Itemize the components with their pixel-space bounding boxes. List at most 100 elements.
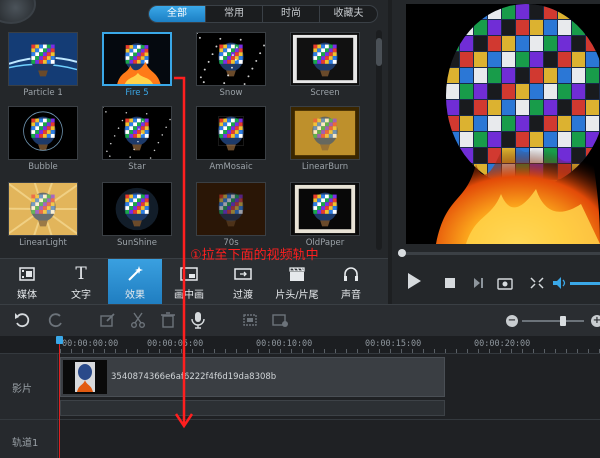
- next-frame-button[interactable]: [470, 272, 486, 294]
- fullscreen-button[interactable]: [528, 272, 546, 294]
- ruler-tick: [192, 349, 193, 353]
- redo-button[interactable]: [46, 311, 66, 331]
- ruler-tick: [577, 349, 578, 353]
- ruler-tick: [478, 349, 479, 353]
- ruler-tick: [533, 349, 534, 353]
- category-text-label: 文字: [71, 290, 91, 301]
- stop-button[interactable]: [442, 272, 458, 294]
- volume-slider[interactable]: [570, 282, 600, 285]
- play-button[interactable]: [404, 272, 424, 294]
- ruler-tick: [522, 349, 523, 353]
- annotation-text: ①拉至下面的视频轨中: [190, 248, 319, 263]
- effect-thumbnail[interactable]: [102, 32, 172, 86]
- category-intro-outro-button[interactable]: 片头/片尾: [270, 259, 324, 305]
- category-text-button[interactable]: T 文字: [54, 259, 108, 305]
- ruler-tick: [412, 349, 413, 353]
- effect-thumbnail[interactable]: [8, 106, 78, 160]
- effect-thumbnail[interactable]: [290, 106, 360, 160]
- category-audio-button[interactable]: 声音: [324, 259, 378, 305]
- tab-favorites[interactable]: 收藏夫: [320, 6, 377, 22]
- effect-item-oldpaper[interactable]: OldPaper: [290, 182, 362, 248]
- effect-item-screen[interactable]: Screen: [290, 32, 362, 98]
- category-audio-label: 声音: [341, 290, 361, 301]
- category-pip-label: 画中画: [174, 290, 204, 301]
- app-logo: [0, 0, 36, 24]
- category-media-button[interactable]: 媒体: [0, 259, 54, 305]
- effect-filter-tabs: 全部 常用 时尚 收藏夫: [148, 5, 378, 23]
- effects-scrollbar[interactable]: [376, 30, 382, 250]
- playhead-knob[interactable]: [56, 336, 63, 344]
- effect-item-ammosaic[interactable]: AmMosaic: [196, 106, 268, 172]
- ruler-time-label: 00:00:15:00: [365, 339, 422, 349]
- ruler-tick: [82, 349, 83, 353]
- ruler-tick: [357, 349, 358, 353]
- effect-thumbnail[interactable]: [196, 106, 266, 160]
- picture-in-picture-icon: [180, 265, 198, 283]
- clip-settings-button[interactable]: [270, 311, 290, 331]
- zoom-knob[interactable]: [560, 316, 566, 326]
- category-intro-outro-label: 片头/片尾: [275, 290, 319, 301]
- ruler-tick: [236, 349, 237, 353]
- time-ruler[interactable]: 00:00:00:00 00:00:05:00 00:00:10:00 00:00:1…: [0, 336, 600, 354]
- effect-item-linearburn[interactable]: LinearBurn: [290, 106, 362, 172]
- ruler-tick: [126, 349, 127, 353]
- effect-label: SunShine: [117, 238, 157, 248]
- effect-thumbnail[interactable]: [196, 182, 266, 236]
- crop-button[interactable]: [240, 311, 260, 331]
- category-effects-button[interactable]: 效果: [108, 259, 162, 305]
- camera-icon: [497, 278, 513, 290]
- effect-item-linearlight[interactable]: LinearLight: [8, 182, 80, 248]
- microphone-icon: [191, 312, 205, 329]
- ruler-tick: [467, 349, 468, 353]
- ruler-tick: [588, 349, 589, 353]
- effect-label: Bubble: [28, 162, 58, 172]
- effect-item-bubble[interactable]: Bubble: [8, 106, 80, 172]
- effect-item-particle-1[interactable]: Particle 1: [8, 32, 80, 98]
- timeline: − + 00:00:00:00 00:00:05:00 00:00:10:00 00:…: [0, 304, 600, 458]
- snapshot-button[interactable]: [496, 272, 514, 294]
- record-voice-button[interactable]: [188, 311, 208, 331]
- effect-item-70s[interactable]: 70s: [196, 182, 268, 248]
- category-pip-button[interactable]: 画中画: [162, 259, 216, 305]
- delete-button[interactable]: [158, 311, 178, 331]
- tab-all[interactable]: 全部: [149, 6, 206, 22]
- effect-thumbnail[interactable]: [8, 182, 78, 236]
- effect-thumbnail[interactable]: [290, 32, 360, 86]
- category-transition-button[interactable]: 过渡: [216, 259, 270, 305]
- effect-thumbnail[interactable]: [8, 32, 78, 86]
- tab-common[interactable]: 常用: [206, 6, 263, 22]
- effect-item-fire-5[interactable]: Fire 5: [102, 32, 174, 98]
- seek-knob[interactable]: [398, 249, 406, 257]
- zoom-in-button[interactable]: +: [591, 315, 600, 327]
- playhead[interactable]: [56, 336, 63, 458]
- effect-item-star[interactable]: Star: [102, 106, 174, 172]
- clip-settings-icon: [272, 314, 288, 327]
- edit-button[interactable]: [98, 311, 118, 331]
- effect-item-snow[interactable]: Snow: [196, 32, 268, 98]
- effect-thumbnail[interactable]: [196, 32, 266, 86]
- undo-button[interactable]: [12, 311, 32, 331]
- video-clip-audio-strip[interactable]: [60, 400, 445, 416]
- video-clip[interactable]: 3540874366e6af6222f4f6d19da8308b: [60, 357, 445, 397]
- effect-label: LinearBurn: [301, 162, 349, 172]
- trash-icon: [161, 312, 175, 328]
- ruler-time-label: 00:00:10:00: [256, 339, 313, 349]
- tab-fashion[interactable]: 时尚: [263, 6, 320, 22]
- ruler-tick: [247, 349, 248, 353]
- zoom-slider[interactable]: [522, 316, 584, 326]
- zoom-out-button[interactable]: −: [506, 315, 518, 327]
- cut-button[interactable]: [128, 311, 148, 331]
- effects-scroll-thumb[interactable]: [376, 38, 382, 66]
- ruler-tick: [335, 349, 336, 353]
- category-effects-label: 效果: [125, 290, 145, 301]
- volume-button[interactable]: [552, 272, 568, 294]
- crop-icon: [243, 314, 257, 326]
- effect-item-sunshine[interactable]: SunShine: [102, 182, 174, 248]
- effect-thumbnail[interactable]: [102, 106, 172, 160]
- ruler-tick: [170, 349, 171, 353]
- ruler-tick: [104, 349, 105, 353]
- category-transition-label: 过渡: [233, 290, 253, 301]
- effect-thumbnail[interactable]: [102, 182, 172, 236]
- preview-seek-bar[interactable]: [398, 249, 600, 257]
- effect-thumbnail[interactable]: [290, 182, 360, 236]
